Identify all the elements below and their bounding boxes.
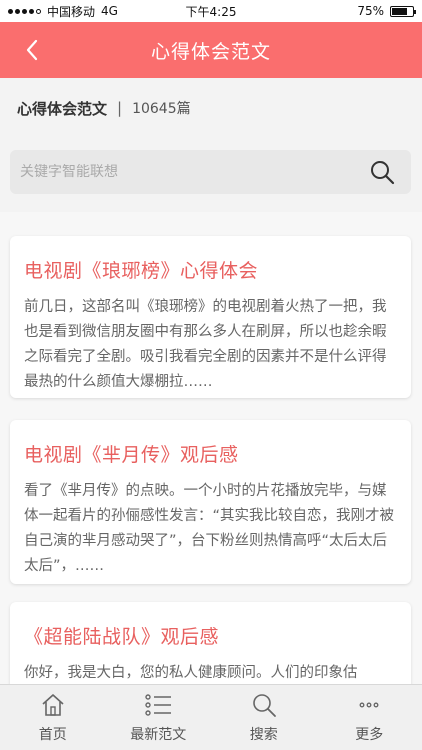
status-left: 中国移动 4G [8,3,357,20]
category-separator: | [117,99,123,117]
article-card[interactable]: 电视剧《芈月传》观后感 看了《芈月传》的点映。一个小时的片花播放完毕，与媒体一起… [10,420,411,584]
tab-label: 搜索 [249,727,278,743]
network-type: 4G [101,4,118,18]
tab-home[interactable]: 首页 [0,685,106,750]
search-box [10,150,411,194]
nav-bar: 心得体会范文 [0,22,422,78]
article-card[interactable]: 《超能陆战队》观后感 你好，我是大白，您的私人健康顾问。人们的印象估 [10,602,411,684]
home-icon [39,691,67,719]
article-count: 10645篇 [132,101,191,117]
tab-search[interactable]: 搜索 [211,685,317,750]
page-title: 心得体会范文 [150,40,271,63]
back-button[interactable] [18,36,46,64]
battery-fill [392,7,407,15]
category-header: 心得体会范文 | 10645篇 [0,78,422,138]
list-icon [144,691,172,719]
status-right: 75% [357,4,416,18]
tab-bar: 首页 最新范文 搜索 更多 [0,684,422,750]
article-excerpt: 前几日，这部名叫《琅琊榜》的电视剧着火热了一把，我也是看到微信朋友圈中有那么多人… [24,299,387,390]
search-icon [371,161,395,185]
battery-percent: 75% [357,4,384,18]
article-title: 电视剧《琅琊榜》心得体会 [24,260,259,282]
article-excerpt: 你好，我是大白，您的私人健康顾问。人们的印象估 [24,665,358,681]
search-button[interactable] [369,159,395,185]
article-excerpt: 看了《芈月传》的点映。一个小时的片花播放完毕，与媒体一起看片的孙俪感性发言：“其… [24,483,395,574]
carrier-name: 中国移动 [47,4,96,19]
more-icon [355,691,383,719]
signal-strength-icon [8,8,41,14]
category-title: 心得体会范文 [17,99,108,118]
tab-more[interactable]: 更多 [317,685,422,750]
chevron-left-icon [26,39,38,61]
article-title: 《超能陆战队》观后感 [24,626,220,648]
article-card[interactable]: 电视剧《琅琊榜》心得体会 前几日，这部名叫《琅琊榜》的电视剧着火热了一把，我也是… [10,236,411,398]
search-input[interactable] [20,164,350,180]
status-bar: 中国移动 4G 下午4:25 75% [0,0,422,22]
search-icon [250,691,278,719]
article-title: 电视剧《芈月传》观后感 [24,444,239,466]
article-list: 电视剧《琅琊榜》心得体会 前几日，这部名叫《琅琊榜》的电视剧着火热了一把，我也是… [0,212,422,684]
battery-icon [390,5,416,17]
tab-latest[interactable]: 最新范文 [106,685,212,750]
tab-label: 最新范文 [130,727,187,743]
tab-label: 更多 [355,727,384,743]
tab-label: 首页 [38,727,67,743]
search-section [0,138,422,212]
